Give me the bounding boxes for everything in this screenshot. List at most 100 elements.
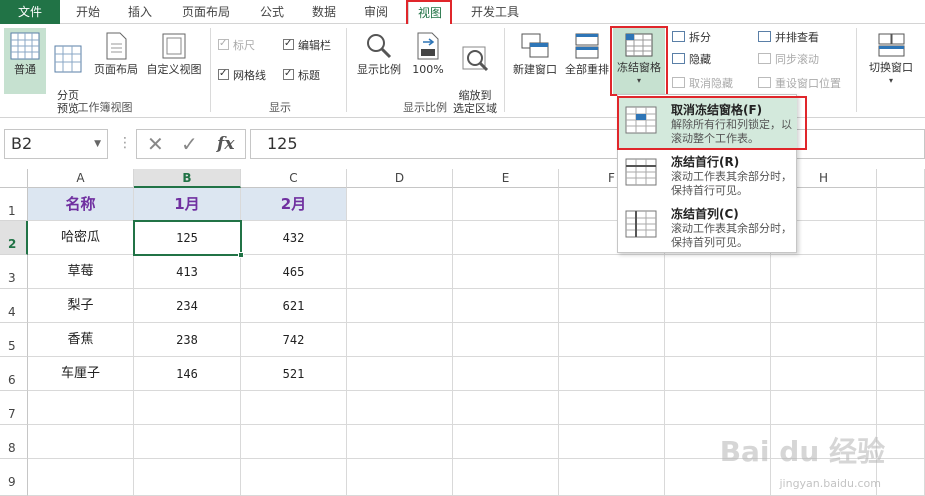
- cell-i6[interactable]: [877, 357, 925, 391]
- cell-g5[interactable]: [665, 323, 771, 357]
- tab-review[interactable]: 审阅: [352, 0, 400, 24]
- zoom-to-selection-button[interactable]: 缩放到 选定区域: [450, 28, 500, 115]
- cell-b4[interactable]: 234: [134, 289, 241, 323]
- menu-item-unfreeze-panes[interactable]: 取消冻结窗格(F) 解除所有行和列锁定，以滚动整个工作表。: [619, 97, 797, 149]
- cell-d8[interactable]: [347, 425, 453, 459]
- switch-windows-button[interactable]: 切换窗口 ▾: [862, 28, 920, 94]
- cell-f3[interactable]: [559, 255, 665, 289]
- name-box[interactable]: B2 ▼: [4, 129, 108, 159]
- cell-e3[interactable]: [453, 255, 559, 289]
- cell-b2[interactable]: 125: [134, 221, 241, 255]
- select-all-corner[interactable]: [0, 169, 28, 188]
- cell-e6[interactable]: [453, 357, 559, 391]
- menu-item-freeze-top-row[interactable]: 冻结首行(R) 滚动工作表其余部分时，保持首行可见。: [619, 149, 797, 201]
- ruler-checkbox[interactable]: 标尺: [218, 36, 255, 54]
- cell-i2[interactable]: [877, 221, 925, 255]
- sync-scroll-button[interactable]: 同步滚动: [758, 52, 819, 68]
- cell-e8[interactable]: [453, 425, 559, 459]
- cell-c1[interactable]: 2月: [241, 188, 347, 221]
- cell-e1[interactable]: [453, 188, 559, 221]
- row-header-3[interactable]: 3: [0, 255, 28, 289]
- column-header-a[interactable]: A: [28, 169, 134, 188]
- cell-g3[interactable]: [665, 255, 771, 289]
- formula-input[interactable]: 125: [250, 129, 925, 159]
- row-header-7[interactable]: 7: [0, 391, 28, 425]
- cell-f7[interactable]: [559, 391, 665, 425]
- cell-c3[interactable]: 465: [241, 255, 347, 289]
- tab-file[interactable]: 文件: [0, 0, 60, 24]
- cell-b5[interactable]: 238: [134, 323, 241, 357]
- tab-developer[interactable]: 开发工具: [460, 0, 530, 24]
- cell-f9[interactable]: [559, 459, 665, 496]
- hide-button[interactable]: 隐藏: [672, 52, 711, 68]
- cell-h5[interactable]: [771, 323, 877, 357]
- page-layout-view-button[interactable]: 页面布局: [90, 28, 142, 94]
- arrange-all-button[interactable]: 全部重排: [563, 28, 611, 94]
- cell-a1[interactable]: 名称: [28, 188, 134, 221]
- cell-i4[interactable]: [877, 289, 925, 323]
- gridlines-checkbox[interactable]: 网格线: [218, 66, 266, 84]
- cell-i1[interactable]: [877, 188, 925, 221]
- menu-item-freeze-first-column[interactable]: 冻结首列(C) 滚动工作表其余部分时，保持首列可见。: [619, 201, 797, 253]
- cell-h6[interactable]: [771, 357, 877, 391]
- cancel-icon[interactable]: ✕: [147, 130, 164, 158]
- cell-b9[interactable]: [134, 459, 241, 496]
- cell-a4[interactable]: 梨子: [28, 289, 134, 323]
- column-header-d[interactable]: D: [347, 169, 453, 188]
- cell-c6[interactable]: 521: [241, 357, 347, 391]
- cell-i3[interactable]: [877, 255, 925, 289]
- cell-f8[interactable]: [559, 425, 665, 459]
- enter-icon[interactable]: ✓: [181, 130, 198, 158]
- cell-d9[interactable]: [347, 459, 453, 496]
- cell-a8[interactable]: [28, 425, 134, 459]
- cell-d5[interactable]: [347, 323, 453, 357]
- cell-d4[interactable]: [347, 289, 453, 323]
- cell-d1[interactable]: [347, 188, 453, 221]
- cell-h7[interactable]: [771, 391, 877, 425]
- reset-position-button[interactable]: 重设窗口位置: [758, 76, 841, 92]
- tab-home[interactable]: 开始: [64, 0, 112, 24]
- cell-c7[interactable]: [241, 391, 347, 425]
- chevron-down-icon[interactable]: ▼: [94, 130, 101, 158]
- cell-f5[interactable]: [559, 323, 665, 357]
- cell-a6[interactable]: 车厘子: [28, 357, 134, 391]
- cell-c4[interactable]: 621: [241, 289, 347, 323]
- cell-a3[interactable]: 草莓: [28, 255, 134, 289]
- zoom-button[interactable]: 显示比例: [352, 28, 406, 94]
- cell-c9[interactable]: [241, 459, 347, 496]
- cell-f4[interactable]: [559, 289, 665, 323]
- cell-a5[interactable]: 香蕉: [28, 323, 134, 357]
- cell-e9[interactable]: [453, 459, 559, 496]
- cell-a9[interactable]: [28, 459, 134, 496]
- cell-c2[interactable]: 432: [241, 221, 347, 255]
- tab-formulas[interactable]: 公式: [248, 0, 296, 24]
- unhide-button[interactable]: 取消隐藏: [672, 76, 733, 92]
- normal-view-button[interactable]: 普通: [4, 28, 46, 94]
- cell-a2[interactable]: 哈密瓜: [28, 221, 134, 255]
- column-header-e[interactable]: E: [453, 169, 559, 188]
- cell-i5[interactable]: [877, 323, 925, 357]
- custom-view-button[interactable]: 自定义视图: [143, 28, 205, 94]
- freeze-panes-button[interactable]: 冻结窗格 ▾: [613, 28, 665, 94]
- cell-b1[interactable]: 1月: [134, 188, 241, 221]
- row-header-6[interactable]: 6: [0, 357, 28, 391]
- cell-d3[interactable]: [347, 255, 453, 289]
- cell-g6[interactable]: [665, 357, 771, 391]
- row-header-9[interactable]: 9: [0, 459, 28, 496]
- drag-handle-icon[interactable]: ⋮: [118, 135, 132, 151]
- zoom-100-button[interactable]: 100%: [408, 28, 448, 94]
- cell-b3[interactable]: 413: [134, 255, 241, 289]
- new-window-button[interactable]: 新建窗口: [508, 28, 562, 94]
- cell-h3[interactable]: [771, 255, 877, 289]
- cell-c8[interactable]: [241, 425, 347, 459]
- cell-h4[interactable]: [771, 289, 877, 323]
- column-header-c[interactable]: C: [241, 169, 347, 188]
- cell-e7[interactable]: [453, 391, 559, 425]
- row-header-4[interactable]: 4: [0, 289, 28, 323]
- cell-i7[interactable]: [877, 391, 925, 425]
- cell-c5[interactable]: 742: [241, 323, 347, 357]
- cell-b6[interactable]: 146: [134, 357, 241, 391]
- cell-g7[interactable]: [665, 391, 771, 425]
- row-header-1[interactable]: 1: [0, 188, 28, 221]
- column-header-i[interactable]: [877, 169, 925, 188]
